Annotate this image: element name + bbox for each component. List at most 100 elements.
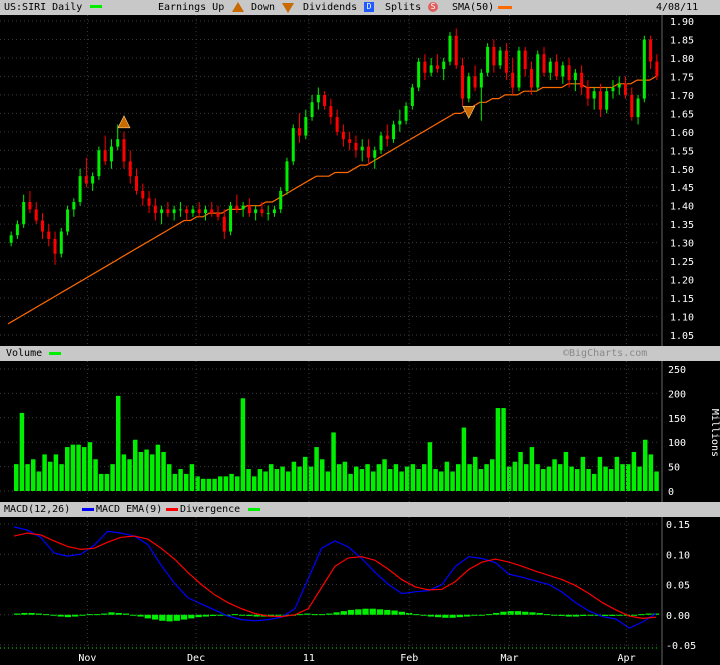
- x-tick-label: Dec: [187, 653, 205, 664]
- volume-bar: [48, 461, 53, 491]
- price-tick-label: 1.20: [670, 276, 694, 287]
- divergence-bar: [35, 613, 43, 615]
- volume-bar: [433, 469, 438, 491]
- volume-tick-label: 0: [668, 487, 674, 498]
- price-tick-label: 1.45: [670, 183, 694, 194]
- candle-body: [385, 135, 389, 140]
- divergence-bar: [79, 614, 86, 616]
- volume-bar: [235, 476, 240, 491]
- candle-body: [429, 65, 433, 73]
- divergence-bar: [173, 614, 180, 621]
- divergence-bar: [471, 614, 478, 616]
- candle-body: [392, 124, 396, 140]
- divergence-bar: [420, 614, 427, 616]
- divergence-bar: [645, 613, 652, 615]
- price-tick-label: 1.30: [670, 239, 694, 250]
- volume-bar: [393, 464, 399, 491]
- volume-bar: [467, 464, 472, 491]
- volume-bar: [36, 471, 42, 491]
- volume-bar: [439, 471, 444, 491]
- candle-body: [605, 91, 609, 110]
- volume-bar: [167, 464, 172, 491]
- volume-bar: [654, 471, 659, 491]
- candle-body: [116, 139, 120, 147]
- candle-body: [473, 76, 477, 88]
- symbol-label: US:SIRI Daily: [4, 2, 83, 13]
- volume-bar: [405, 466, 410, 491]
- volume-bar: [99, 473, 104, 491]
- volume-bar: [218, 476, 223, 491]
- x-tick-label: Apr: [618, 653, 636, 664]
- divergence-bar: [638, 614, 645, 616]
- volume-bar: [178, 469, 183, 491]
- divergence-bar: [391, 610, 398, 615]
- divergence-label: Divergence: [180, 504, 241, 515]
- volume-bar: [59, 464, 64, 491]
- volume-bar: [427, 442, 433, 491]
- divergence-bar: [427, 614, 434, 617]
- price-tick-label: 1.05: [670, 331, 694, 342]
- divergence-bar: [485, 614, 493, 616]
- candle-body: [147, 198, 151, 206]
- volume-bar: [280, 466, 285, 491]
- candle-body: [435, 65, 439, 70]
- volume-bar: [609, 469, 614, 491]
- volume-bar: [614, 456, 620, 491]
- divergence-bar: [580, 614, 587, 616]
- volume-bar: [518, 451, 523, 491]
- candle-body: [542, 54, 546, 73]
- divergence-bar: [151, 614, 159, 620]
- volume-bar: [201, 478, 206, 491]
- candle-body: [310, 102, 314, 118]
- price-tick-label: 1.35: [670, 220, 694, 231]
- candle-body: [492, 46, 496, 66]
- candle-body: [22, 202, 26, 225]
- volume-bar: [603, 466, 608, 491]
- volume-bar: [495, 408, 501, 491]
- macd-tick-label: -0.05: [666, 641, 696, 652]
- volume-bar: [456, 464, 461, 491]
- volume-bar: [121, 454, 127, 491]
- volume-bar: [620, 464, 625, 491]
- price-tick-label: 1.25: [670, 257, 694, 268]
- volume-bar: [450, 471, 455, 491]
- price-tick-label: 1.55: [670, 146, 694, 157]
- price-tick-label: 1.60: [670, 128, 694, 139]
- volume-bar: [563, 451, 569, 491]
- divergence-bar: [543, 614, 551, 616]
- volume-bar: [546, 466, 552, 491]
- divergence-bar: [355, 609, 362, 615]
- candle-body: [592, 91, 596, 99]
- divergence-bar: [551, 614, 558, 616]
- divergence-bar: [384, 609, 391, 615]
- candle-body: [260, 209, 264, 214]
- candle-body: [291, 128, 295, 162]
- candle-body: [316, 94, 320, 103]
- volume-bar: [416, 469, 421, 491]
- volume-bar: [541, 469, 546, 491]
- volume-bar: [161, 451, 166, 491]
- candle-body: [417, 61, 421, 88]
- volume-tick-label: 200: [668, 389, 686, 400]
- candle-body: [272, 209, 276, 214]
- divergence-bar: [326, 613, 333, 615]
- candle-body: [655, 61, 659, 77]
- price-tick-label: 1.80: [670, 54, 694, 65]
- candle-body: [598, 91, 602, 110]
- candle-body: [573, 72, 577, 81]
- volume-bar: [286, 471, 291, 491]
- divergence-bar: [209, 614, 217, 616]
- price-tick-label: 1.65: [670, 109, 694, 120]
- macd-tick-label: 0.00: [666, 611, 690, 622]
- volume-bar: [189, 464, 195, 491]
- volume-bar: [473, 456, 478, 491]
- candle-body: [166, 209, 170, 214]
- divergence-bar: [21, 612, 28, 615]
- volume-bar: [42, 454, 47, 491]
- chart-window: US:SIRI Daily Earnings Up Down Dividends…: [0, 0, 720, 665]
- macd-header: MACD(12,26) MACD EMA(9) Divergence: [0, 502, 720, 517]
- volume-bar: [274, 469, 280, 491]
- volume-bar: [246, 469, 251, 491]
- divergence-bar: [144, 614, 151, 619]
- volume-bar: [133, 439, 138, 491]
